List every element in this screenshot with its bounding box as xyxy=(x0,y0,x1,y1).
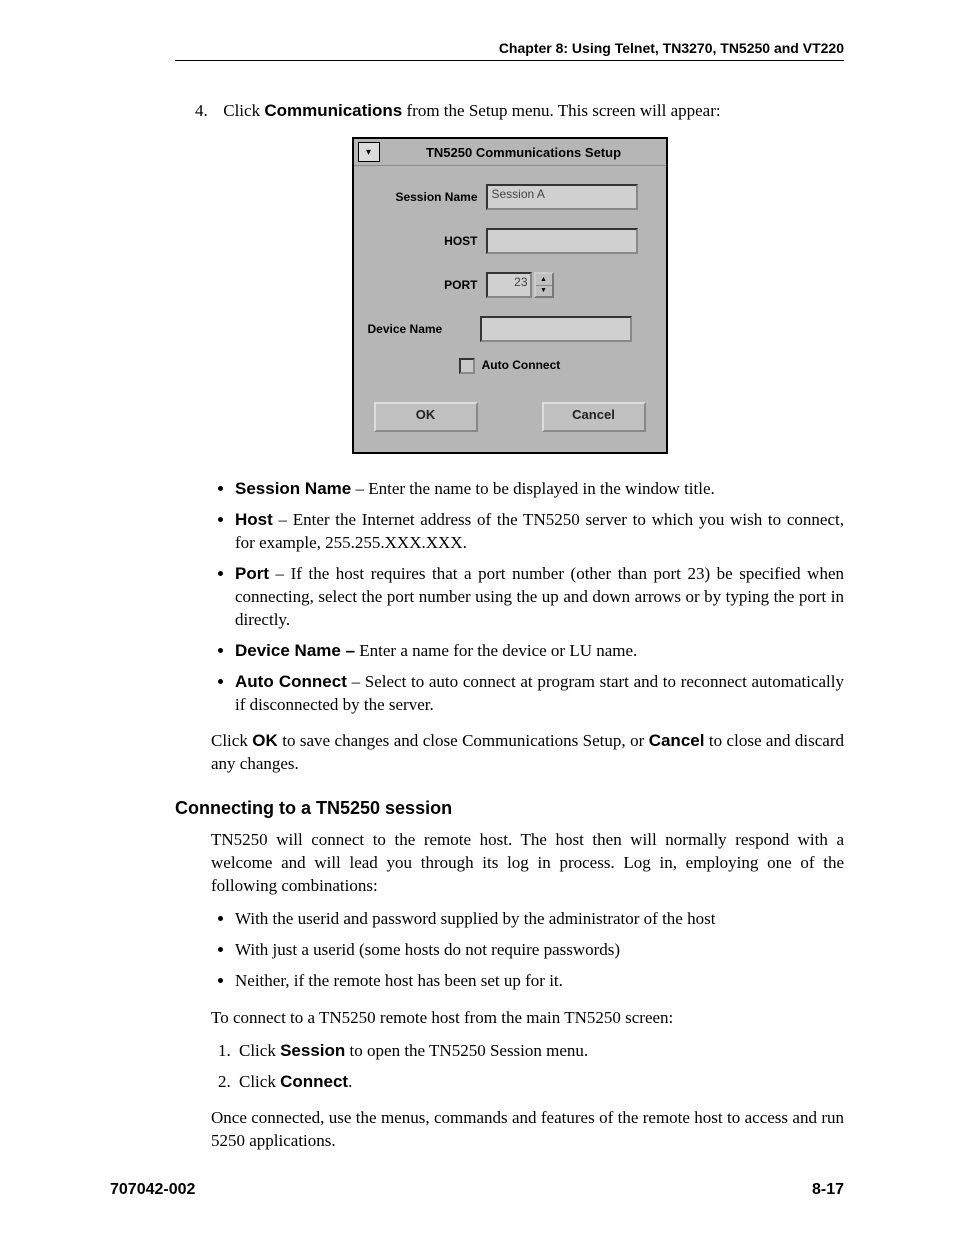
text: to open the TN5250 Session menu. xyxy=(345,1041,588,1060)
bullet-bold: Session Name xyxy=(235,479,351,498)
text-bold: Session xyxy=(280,1041,345,1060)
text-bold: Connect xyxy=(280,1072,348,1091)
port-spinner[interactable]: ▲ ▼ xyxy=(534,272,554,298)
connect-steps: Click Session to open the TN5250 Session… xyxy=(211,1038,844,1095)
bullet-bold: Device Name – xyxy=(235,641,355,660)
bullet-text: – If the host requires that a port numbe… xyxy=(235,564,844,629)
dialog-titlebar: ▾ TN5250 Communications Setup xyxy=(354,139,666,166)
device-name-input[interactable] xyxy=(480,316,632,342)
connect-paragraph-3: Once connected, use the menus, commands … xyxy=(211,1107,844,1153)
footer-doc-number: 707042-002 xyxy=(110,1181,195,1199)
list-item: Host – Enter the Internet address of the… xyxy=(235,509,844,555)
ok-button[interactable]: OK xyxy=(374,402,478,432)
text: Click xyxy=(239,1041,280,1060)
bullet-bold: Port xyxy=(235,564,269,583)
bullet-text: – Enter the name to be displayed in the … xyxy=(351,479,715,498)
step-4: 4. Click Communications from the Setup m… xyxy=(195,101,844,121)
text-bold: Cancel xyxy=(649,731,705,750)
host-input[interactable] xyxy=(486,228,638,254)
device-name-label: Device Name xyxy=(368,322,451,336)
list-item: Port – If the host requires that a port … xyxy=(235,563,844,632)
spinner-down-icon[interactable]: ▼ xyxy=(536,286,552,297)
system-menu-icon[interactable]: ▾ xyxy=(358,142,380,162)
list-item: Auto Connect – Select to auto connect at… xyxy=(235,671,844,717)
login-options-list: With the userid and password supplied by… xyxy=(211,908,844,993)
text: Click xyxy=(239,1072,280,1091)
dialog-title: TN5250 Communications Setup xyxy=(386,145,662,160)
host-label: HOST xyxy=(368,234,486,248)
connect-paragraph-1: TN5250 will connect to the remote host. … xyxy=(211,829,844,898)
step-text-pre: Click xyxy=(223,101,264,120)
dialog-screenshot: ▾ TN5250 Communications Setup Session Na… xyxy=(352,137,668,454)
list-item: With the userid and password supplied by… xyxy=(235,908,844,931)
field-description-list: Session Name – Enter the name to be disp… xyxy=(211,478,844,716)
auto-connect-checkbox[interactable] xyxy=(459,358,475,374)
auto-connect-label: Auto Connect xyxy=(482,358,561,372)
list-item: Neither, if the remote host has been set… xyxy=(235,970,844,993)
text: . xyxy=(348,1072,352,1091)
list-item: Device Name – Enter a name for the devic… xyxy=(235,640,844,663)
list-item: With just a userid (some hosts do not re… xyxy=(235,939,844,962)
session-name-label: Session Name xyxy=(368,190,486,204)
auto-connect-row: Auto Connect xyxy=(368,358,652,374)
page-header: Chapter 8: Using Telnet, TN3270, TN5250 … xyxy=(175,40,844,61)
text: to save changes and close Communications… xyxy=(278,731,649,750)
section-heading: Connecting to a TN5250 session xyxy=(175,798,844,819)
bullet-bold: Auto Connect xyxy=(235,672,347,691)
text: Click xyxy=(211,731,252,750)
bullet-text: – Enter the Internet address of the TN52… xyxy=(235,510,844,552)
connect-paragraph-2: To connect to a TN5250 remote host from … xyxy=(211,1007,844,1030)
session-name-input[interactable]: Session A xyxy=(486,184,638,210)
bullet-bold: Host xyxy=(235,510,273,529)
footer-page-number: 8-17 xyxy=(812,1181,844,1199)
text-bold: OK xyxy=(252,731,278,750)
list-item: Session Name – Enter the name to be disp… xyxy=(235,478,844,501)
port-input[interactable]: 23 xyxy=(486,272,532,298)
step-text-bold: Communications xyxy=(264,101,402,120)
ok-cancel-paragraph: Click OK to save changes and close Commu… xyxy=(211,730,844,776)
list-item: Click Session to open the TN5250 Session… xyxy=(235,1038,844,1064)
bullet-text: Enter a name for the device or LU name. xyxy=(355,641,637,660)
list-item: Click Connect. xyxy=(235,1069,844,1095)
port-label: PORT xyxy=(368,278,486,292)
spinner-up-icon[interactable]: ▲ xyxy=(536,274,552,286)
step-text-post: from the Setup menu. This screen will ap… xyxy=(402,101,720,120)
cancel-button[interactable]: Cancel xyxy=(542,402,646,432)
step-number: 4. xyxy=(195,101,219,121)
